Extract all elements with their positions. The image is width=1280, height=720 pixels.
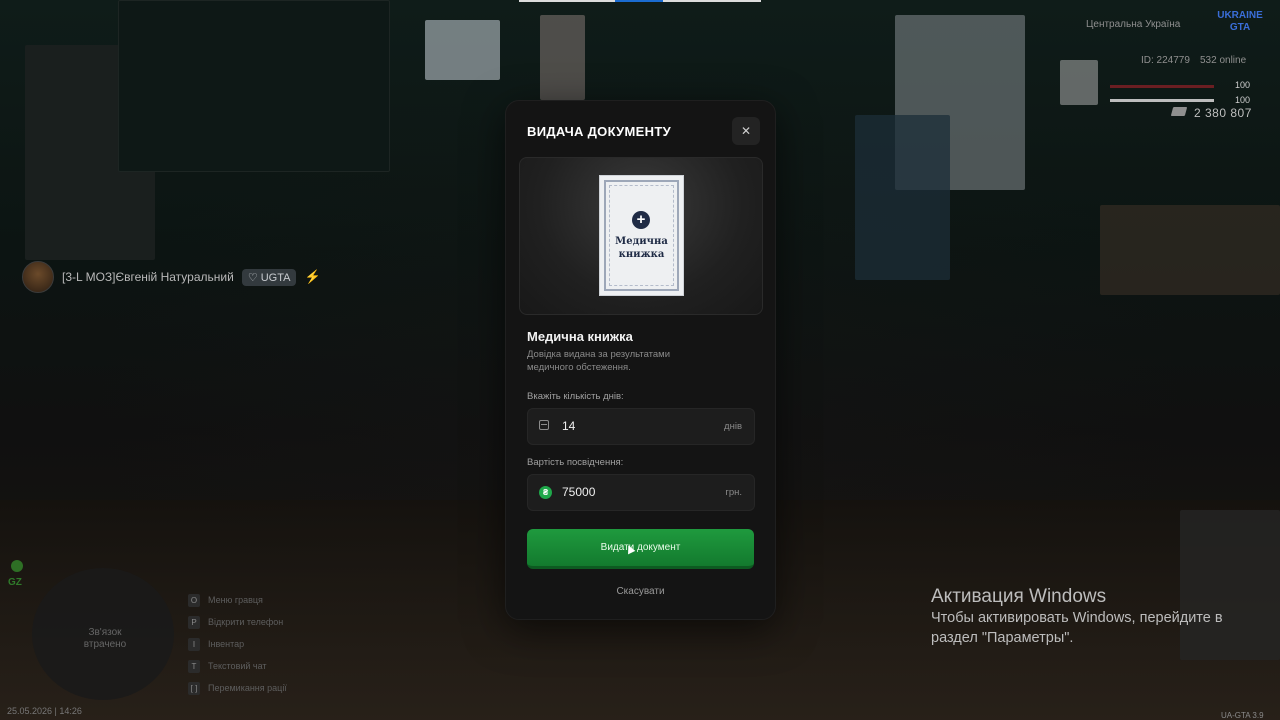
cost-input[interactable]: ₴ 75000 грн. — [527, 474, 755, 511]
close-icon: ✕ — [740, 124, 752, 138]
money-amount: 2 380 807 — [1194, 106, 1252, 120]
wall-sign — [540, 15, 585, 100]
wall-map — [425, 20, 500, 80]
health-bar — [1110, 85, 1214, 88]
document-image[interactable]: + Медична книжка — [600, 176, 683, 295]
key-cap: [ ] — [188, 681, 200, 695]
issue-document-button[interactable]: Видати документ — [527, 529, 754, 569]
medical-cross-icon: + — [632, 211, 650, 229]
player-badge: ♡ UGTA — [241, 268, 297, 286]
key-cap: O — [188, 593, 200, 607]
keybind-label: Інвентар — [208, 639, 245, 649]
document-preview: + Медична книжка — [519, 157, 763, 315]
key-cap: P — [188, 615, 200, 629]
minimap-status: Зв'язок втрачено — [83, 627, 127, 650]
cost-value[interactable]: 75000 — [562, 485, 595, 499]
zone-icon — [11, 560, 23, 572]
cost-unit: грн. — [725, 487, 742, 498]
armor-value: 100 — [1235, 95, 1251, 105]
health-value: 100 — [1235, 80, 1251, 90]
online-count: 532 online — [1200, 55, 1247, 66]
desk — [1100, 205, 1280, 295]
currency-icon: ₴ — [539, 486, 552, 499]
days-label: Вкажіть кількість днів: — [527, 391, 624, 402]
armor-bar — [1110, 99, 1214, 102]
modal-title: ВИДАЧА ДОКУМЕНТУ — [527, 124, 671, 139]
days-unit: днів — [724, 421, 742, 432]
avatar — [22, 261, 54, 293]
keybind-row: O Меню гравця — [188, 589, 287, 611]
player-tag: [3-L МОЗ]Євгеній Натуральний ♡ UGTA ⚡ — [22, 261, 321, 293]
document-name: Медична книжка — [527, 329, 633, 344]
key-cap: I — [188, 637, 200, 651]
zone-label: GZ — [8, 577, 22, 588]
issue-document-modal: ВИДАЧА ДОКУМЕНТУ ✕ + Медична книжка Меди… — [505, 100, 776, 620]
keybind-label: Перемикання рації — [208, 683, 287, 693]
cost-label: Вартість посвідчення: — [527, 457, 624, 468]
watermark-text: Чтобы активировать Windows, перейдите в … — [931, 610, 1223, 646]
mic-muted-icon: ⚡ — [304, 269, 321, 284]
windows-activation-watermark: Активация Windows Чтобы активировать Win… — [931, 586, 1251, 648]
keybind-row: I Інвентар — [188, 633, 287, 655]
document-description: Довідка видана за результатами медичного… — [527, 349, 671, 373]
keybind-label: Відкрити телефон — [208, 617, 284, 627]
window-frame — [118, 0, 390, 172]
close-button[interactable]: ✕ — [732, 117, 760, 145]
keybind-row: T Текстовий чат — [188, 655, 287, 677]
calendar-icon — [539, 420, 549, 430]
info-stand — [855, 115, 950, 280]
watermark-title: Активация Windows — [931, 586, 1107, 607]
days-input[interactable]: 14 днів — [527, 408, 755, 445]
datetime: 25.05.2026 | 14:26 — [7, 706, 82, 716]
keybind-hints: O Меню гравця P Відкрити телефон I Інвентар… — [188, 589, 287, 699]
first-aid-sign — [1060, 60, 1098, 105]
cancel-button[interactable]: Скасувати — [527, 586, 754, 597]
keybind-row: P Відкрити телефон — [188, 611, 287, 633]
keybind-label: Текстовий чат — [208, 661, 267, 671]
days-value[interactable]: 14 — [562, 419, 575, 433]
keybind-row: [ ] Перемикання рації — [188, 677, 287, 699]
game-version: UA-GTA 3.9 — [1221, 711, 1264, 720]
key-cap: T — [188, 659, 200, 673]
player-id: ID: 224779 — [1141, 55, 1190, 66]
top-progress-bar — [519, 0, 761, 2]
document-cover-title: Медична книжка — [615, 236, 668, 260]
region-label: Центральна Україна — [1086, 19, 1181, 30]
game-logo: UKRAINE GTA — [1217, 10, 1263, 33]
cash-icon — [1170, 107, 1188, 116]
player-name: [3-L МОЗ]Євгеній Натуральний — [62, 270, 234, 284]
keybind-label: Меню гравця — [208, 595, 263, 605]
